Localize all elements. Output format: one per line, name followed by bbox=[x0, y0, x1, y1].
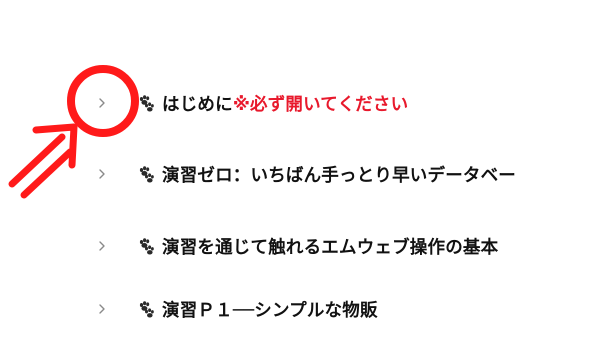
toggle-item-label: 演習Ｐ１──シンプルな物販 bbox=[162, 300, 378, 321]
toggle-item-exercise-p1[interactable]: 演習Ｐ１──シンプルな物販 bbox=[92, 293, 378, 325]
toggle-item-content: 演習Ｐ１──シンプルな物販 bbox=[136, 297, 378, 322]
toggle-item-content: 演習を通じて触れるエムウェブ操作の基本 bbox=[136, 234, 498, 259]
toggle-item-mweb-basics[interactable]: 演習を通じて触れるエムウェブ操作の基本 bbox=[92, 230, 498, 262]
chevron-right-icon[interactable] bbox=[92, 236, 112, 256]
toggle-item-content: はじめに ※必ず開いてください bbox=[136, 91, 408, 116]
toggle-item-label: 演習ゼロ：いちばん手っとり早いデータベー bbox=[162, 165, 516, 186]
paw-prints-icon bbox=[139, 166, 154, 183]
paw-prints-icon bbox=[139, 238, 154, 255]
toggle-list: はじめに ※必ず開いてください 演習ゼロ：いちばん手っとり早いデータベー 演習を… bbox=[0, 0, 604, 347]
toggle-item-label-accent: ※必ず開いてください bbox=[232, 94, 409, 115]
toggle-item-label: 演習を通じて触れるエムウェブ操作の基本 bbox=[162, 237, 499, 258]
chevron-right-icon[interactable] bbox=[92, 164, 112, 184]
chevron-right-icon[interactable] bbox=[92, 299, 112, 319]
toggle-item-introduction[interactable]: はじめに ※必ず開いてください bbox=[92, 87, 408, 119]
paw-prints-icon bbox=[139, 301, 154, 318]
toggle-item-content: 演習ゼロ：いちばん手っとり早いデータベー bbox=[136, 162, 516, 187]
paw-prints-icon bbox=[139, 95, 154, 112]
toggle-item-exercise-zero[interactable]: 演習ゼロ：いちばん手っとり早いデータベー bbox=[92, 158, 516, 190]
chevron-right-icon[interactable] bbox=[92, 93, 112, 113]
toggle-item-label: はじめに bbox=[162, 94, 233, 115]
